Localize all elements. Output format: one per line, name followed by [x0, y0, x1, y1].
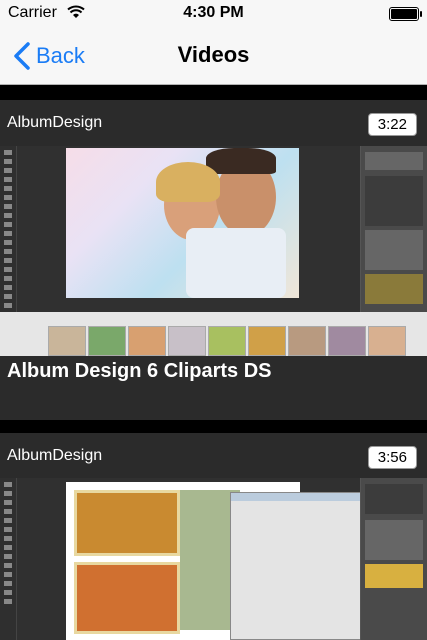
video-thumbnail[interactable]: [0, 146, 427, 356]
battery-icon: [389, 7, 422, 21]
page-title: Videos: [177, 42, 250, 67]
video-cell[interactable]: AlbumDesign 3:56: [0, 433, 427, 640]
video-cell[interactable]: AlbumDesign 3:22 Album Design 6 Cliparts…: [0, 100, 427, 420]
cell-separator: [0, 420, 427, 433]
duration-badge: 3:56: [367, 446, 417, 469]
video-title: Album Design 6 Cliparts DS: [7, 360, 272, 382]
clock: 4:30 PM: [183, 4, 244, 21]
channel-name: AlbumDesign: [7, 447, 103, 464]
status-bar: Carrier 4:30 PM: [0, 0, 427, 28]
list-top-spacer: [0, 85, 427, 100]
video-thumbnail[interactable]: [0, 478, 427, 640]
channel-name: AlbumDesign: [7, 114, 103, 131]
duration-badge: 3:22: [367, 113, 417, 136]
navigation-bar: Back Videos: [0, 28, 427, 85]
